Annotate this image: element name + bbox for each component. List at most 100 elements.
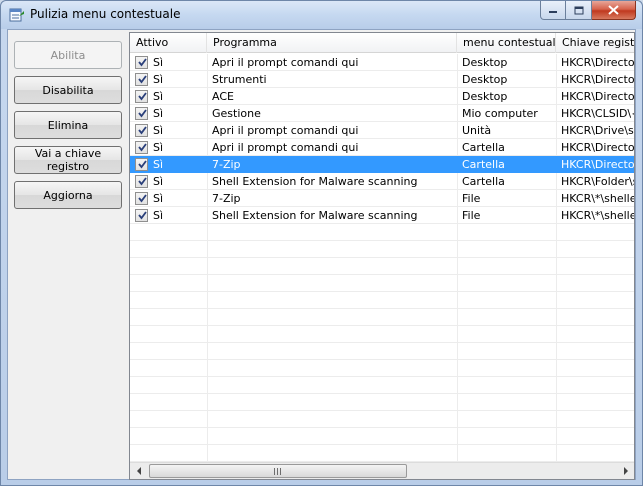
close-button[interactable] xyxy=(592,1,636,20)
program-cell: Shell Extension for Malware scanning xyxy=(212,175,418,188)
registry-key-cell: HKCR\Directory\ xyxy=(561,56,635,69)
maximize-icon xyxy=(574,6,583,14)
table-row[interactable]: Sì Shell Extension for Malware scanning Ca… xyxy=(130,173,634,190)
registry-key-cell: HKCR\Directory\ xyxy=(561,158,635,171)
list-rows: Sì Apri il prompt comandi qui Desktop HKCR\… xyxy=(130,54,635,462)
checkmark-icon xyxy=(138,126,147,135)
active-checkbox[interactable] xyxy=(135,73,148,86)
active-checkbox[interactable] xyxy=(135,56,148,69)
grip-icon xyxy=(272,468,284,476)
column-header-context-menu[interactable]: menu contestuale xyxy=(457,33,556,53)
registry-key-cell: HKCR\Directory\ xyxy=(561,73,635,86)
registry-key-cell: HKCR\Drive\she xyxy=(561,124,634,137)
active-cell: Sì xyxy=(153,141,164,154)
program-cell: 7-Zip xyxy=(212,192,241,205)
table-row[interactable]: Sì Gestione Mio computer HKCR\CLSID\{20 xyxy=(130,105,634,122)
context-menu-cell: File xyxy=(462,192,481,205)
active-cell: Sì xyxy=(153,158,164,171)
table-row[interactable]: Sì Apri il prompt comandi qui Unità HKCR\Dr… xyxy=(130,122,634,139)
empty-row xyxy=(130,241,634,258)
checkmark-icon xyxy=(138,75,147,84)
checkmark-icon xyxy=(138,160,147,169)
title-bar[interactable]: Pulizia menu contestuale xyxy=(1,1,642,29)
refresh-button[interactable]: Aggiorna xyxy=(14,181,122,209)
empty-row xyxy=(130,360,634,377)
active-cell: Sì xyxy=(153,73,164,86)
empty-row xyxy=(130,428,634,445)
active-cell: Sì xyxy=(153,192,164,205)
context-menu-list[interactable]: Attivo Programma menu contestuale Chiave… xyxy=(129,32,635,480)
active-cell: Sì xyxy=(153,124,164,137)
empty-row xyxy=(130,258,634,275)
checkmark-icon xyxy=(138,143,147,152)
goto-registry-key-button[interactable]: Vai a chiave registro xyxy=(14,146,122,174)
program-cell: Strumenti xyxy=(212,73,267,86)
checkmark-icon xyxy=(138,177,147,186)
scroll-right-button[interactable] xyxy=(617,463,634,479)
empty-row xyxy=(130,394,634,411)
active-checkbox[interactable] xyxy=(135,175,148,188)
program-cell: Shell Extension for Malware scanning xyxy=(212,209,418,222)
active-cell: Sì xyxy=(153,107,164,120)
registry-key-cell: HKCR\*\shellex\ xyxy=(561,209,634,222)
active-checkbox[interactable] xyxy=(135,209,148,222)
context-menu-cell: Cartella xyxy=(462,158,505,171)
table-row[interactable]: Sì ACE Desktop HKCR\Directory\ xyxy=(130,88,635,105)
checkmark-icon xyxy=(138,58,147,67)
empty-row xyxy=(130,326,634,343)
table-row[interactable]: Sì 7-Zip Cartella HKCR\Directory\ xyxy=(130,156,635,173)
empty-row xyxy=(130,343,634,360)
program-cell: ACE xyxy=(212,90,234,103)
column-header-active[interactable]: Attivo xyxy=(130,33,207,53)
delete-button[interactable]: Elimina xyxy=(14,111,122,139)
program-cell: 7-Zip xyxy=(212,158,241,171)
empty-row xyxy=(130,411,634,428)
active-checkbox[interactable] xyxy=(135,90,148,103)
active-checkbox[interactable] xyxy=(135,124,148,137)
registry-key-cell: HKCR\Directory\ xyxy=(561,90,635,103)
context-menu-cell: File xyxy=(462,209,481,222)
minimize-button[interactable] xyxy=(540,1,566,20)
checkmark-icon xyxy=(138,194,147,203)
table-row[interactable]: Sì Shell Extension for Malware scanning Fi… xyxy=(130,207,634,224)
column-header-program[interactable]: Programma xyxy=(207,33,457,53)
program-cell: Apri il prompt comandi qui xyxy=(212,124,359,137)
scroll-thumb[interactable] xyxy=(149,464,407,478)
checkmark-icon xyxy=(138,211,147,220)
client-area: Abilita Disabilita Elimina Vai a chiave … xyxy=(7,29,636,480)
checkmark-icon xyxy=(138,92,147,101)
program-cell: Apri il prompt comandi qui xyxy=(212,141,359,154)
minimize-icon xyxy=(549,11,557,13)
window-title: Pulizia menu contestuale xyxy=(30,7,181,21)
empty-row xyxy=(130,224,634,241)
program-cell: Gestione xyxy=(212,107,261,120)
checkmark-icon xyxy=(138,109,147,118)
context-menu-cell: Mio computer xyxy=(462,107,538,120)
list-header: Attivo Programma menu contestuale Chiave… xyxy=(130,33,634,53)
empty-row xyxy=(130,377,634,394)
main-window: Pulizia menu contestuale Abilita Disabil… xyxy=(0,0,643,486)
table-row[interactable]: Sì 7-Zip File HKCR\*\shellex\ xyxy=(130,190,634,207)
context-menu-cell: Desktop xyxy=(462,90,508,103)
horizontal-scrollbar[interactable] xyxy=(130,462,634,479)
table-row[interactable]: Sì Apri il prompt comandi qui Cartella HKCR… xyxy=(130,139,634,156)
maximize-button[interactable] xyxy=(566,1,592,20)
table-row[interactable]: Sì Strumenti Desktop HKCR\Directory\ xyxy=(130,71,635,88)
registry-key-cell: HKCR\*\shellex\ xyxy=(561,192,634,205)
enable-button[interactable]: Abilita xyxy=(14,41,122,69)
arrow-right-icon xyxy=(623,467,628,475)
context-menu-cell: Desktop xyxy=(462,56,508,69)
scroll-left-button[interactable] xyxy=(130,463,147,479)
empty-row xyxy=(130,275,634,292)
empty-row xyxy=(130,292,634,309)
active-checkbox[interactable] xyxy=(135,158,148,171)
column-header-registry-key[interactable]: Chiave registro xyxy=(556,33,634,53)
active-checkbox[interactable] xyxy=(135,107,148,120)
empty-row xyxy=(130,309,634,326)
active-cell: Sì xyxy=(153,175,164,188)
active-checkbox[interactable] xyxy=(135,192,148,205)
disable-button[interactable]: Disabilita xyxy=(14,76,122,104)
empty-row xyxy=(130,445,634,462)
table-row[interactable]: Sì Apri il prompt comandi qui Desktop HKCR\… xyxy=(130,54,635,71)
active-checkbox[interactable] xyxy=(135,141,148,154)
